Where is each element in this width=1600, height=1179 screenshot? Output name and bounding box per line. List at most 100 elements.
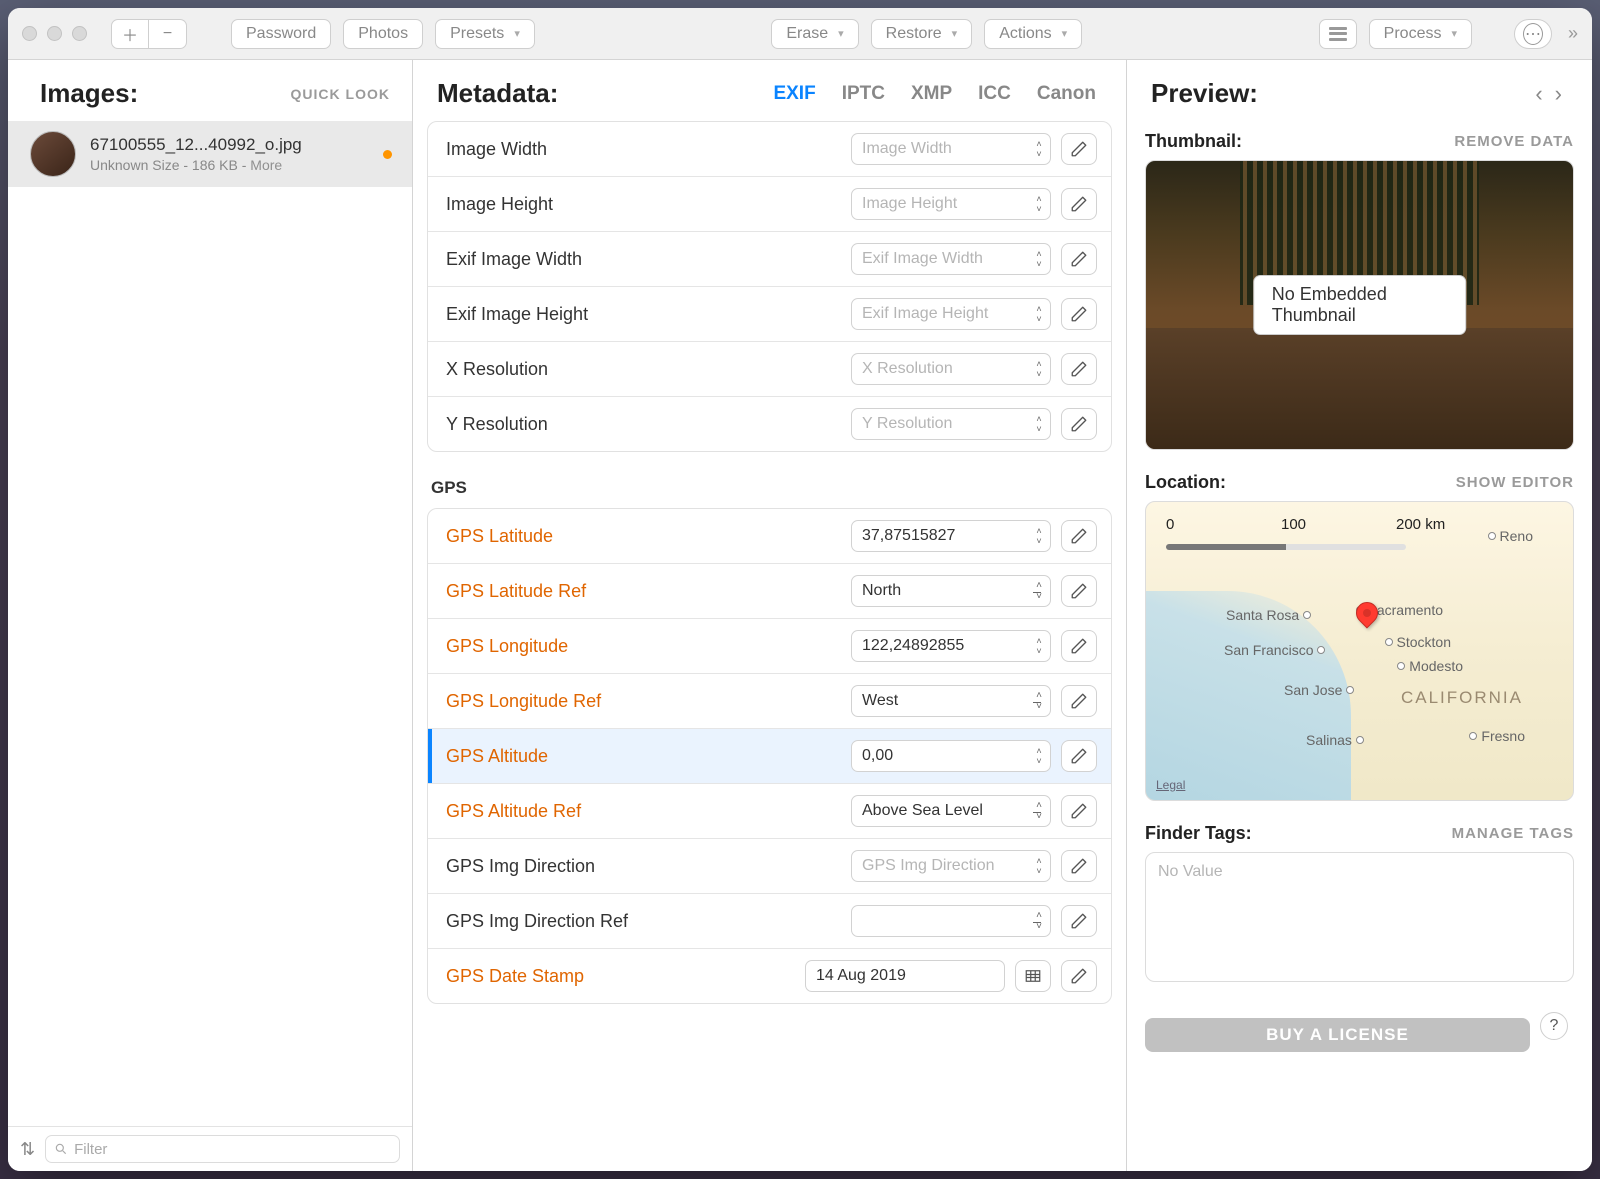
edit-button[interactable] [1061, 353, 1097, 385]
value-input[interactable] [851, 298, 1051, 330]
zoom-icon[interactable] [72, 26, 87, 41]
row-label: GPS Altitude Ref [446, 801, 841, 822]
value-select[interactable]: North˄˅ [851, 575, 1051, 607]
erase-menu[interactable]: Erase [771, 19, 858, 49]
add-remove-group: ＋ − [111, 19, 187, 49]
stepper-icon[interactable]: ˄˅ [1031, 136, 1047, 162]
actions-menu[interactable]: Actions [984, 19, 1082, 49]
minimize-icon[interactable] [47, 26, 62, 41]
remove-data-button[interactable]: REMOVE DATA [1454, 133, 1574, 150]
edit-button[interactable] [1061, 685, 1097, 717]
row-label: GPS Longitude Ref [446, 691, 841, 712]
edit-button[interactable] [1061, 298, 1097, 330]
file-item[interactable]: 67100555_12...40992_o.jpg Unknown Size -… [8, 121, 412, 187]
metadata-row: GPS Longitude ˄˅ [428, 618, 1111, 673]
city-reno: Reno [1488, 528, 1533, 544]
add-button[interactable]: ＋ [111, 19, 149, 49]
file-more-link[interactable]: More [250, 157, 282, 173]
restore-menu[interactable]: Restore [871, 19, 973, 49]
value-select[interactable]: Above Sea Level˄˅ [851, 795, 1051, 827]
value-input[interactable] [851, 850, 1051, 882]
metadata-title: Metadata: [437, 78, 558, 109]
prev-image-button[interactable]: ‹ [1529, 81, 1548, 107]
photos-button[interactable]: Photos [343, 19, 423, 49]
close-icon[interactable] [22, 26, 37, 41]
metadata-row: GPS Img Direction ˄˅ [428, 838, 1111, 893]
edit-button[interactable] [1061, 740, 1097, 772]
stepper-icon[interactable]: ˄˅ [1031, 523, 1047, 549]
location-map[interactable]: 0100200 km Reno Santa Rosa Sacramento Sa… [1145, 501, 1574, 801]
file-thumbnail-icon [30, 131, 76, 177]
stepper-icon[interactable]: ˄˅ [1031, 356, 1047, 382]
edit-button[interactable] [1061, 408, 1097, 440]
gps-section: GPS Latitude ˄˅ GPS Latitude Ref North˄˅… [427, 508, 1112, 1004]
sidebar-title: Images: [40, 78, 138, 109]
buy-license-button[interactable]: BUY A LICENSE [1145, 1018, 1530, 1052]
metadata-panel: Metadata: EXIF IPTC XMP ICC Canon Image … [413, 60, 1127, 1171]
more-button[interactable]: ⋯ [1514, 19, 1552, 49]
stepper-icon[interactable]: ˄˅ [1031, 853, 1047, 879]
edit-button[interactable] [1061, 905, 1097, 937]
edit-button[interactable] [1061, 133, 1097, 165]
edit-button[interactable] [1061, 520, 1097, 552]
value-input[interactable] [851, 520, 1051, 552]
overflow-icon[interactable]: » [1564, 23, 1578, 44]
no-thumbnail-badge: No Embedded Thumbnail [1253, 275, 1467, 335]
metadata-row: GPS Date Stamp [428, 948, 1111, 1003]
presets-menu[interactable]: Presets [435, 19, 535, 49]
value-select[interactable]: ˄˅ [851, 905, 1051, 937]
tab-canon[interactable]: Canon [1031, 83, 1102, 105]
value-input[interactable] [851, 133, 1051, 165]
row-label: GPS Date Stamp [446, 966, 795, 987]
tab-iptc[interactable]: IPTC [836, 83, 891, 105]
process-menu[interactable]: Process [1369, 19, 1472, 49]
file-meta: Unknown Size - 186 KB - More [90, 157, 369, 173]
metadata-row: GPS Altitude Ref Above Sea Level˄˅ [428, 783, 1111, 838]
metadata-row: GPS Longitude Ref West˄˅ [428, 673, 1111, 728]
stepper-icon[interactable]: ˄˅ [1031, 191, 1047, 217]
password-button[interactable]: Password [231, 19, 331, 49]
metadata-row: GPS Latitude Ref North˄˅ [428, 563, 1111, 618]
help-button[interactable]: ? [1540, 1012, 1568, 1040]
stepper-icon[interactable]: ˄˅ [1031, 246, 1047, 272]
tab-icc[interactable]: ICC [972, 83, 1017, 105]
metadata-row: Exif Image Width ˄˅ [428, 231, 1111, 286]
map-legal-link[interactable]: Legal [1156, 778, 1185, 792]
next-image-button[interactable]: › [1549, 81, 1568, 107]
quick-look-button[interactable]: QUICK LOOK [291, 86, 390, 102]
view-toggle-button[interactable] [1319, 19, 1357, 49]
sort-icon[interactable]: ⇅ [20, 1139, 35, 1160]
value-input[interactable] [851, 408, 1051, 440]
edit-button[interactable] [1061, 795, 1097, 827]
filter-input[interactable]: Filter [45, 1135, 400, 1163]
value-input[interactable] [805, 960, 1005, 992]
value-input[interactable] [851, 353, 1051, 385]
stepper-icon[interactable]: ˄˅ [1031, 411, 1047, 437]
show-editor-button[interactable]: SHOW EDITOR [1456, 474, 1574, 491]
tab-exif[interactable]: EXIF [767, 83, 821, 105]
row-label: Image Height [446, 194, 841, 215]
edit-button[interactable] [1061, 243, 1097, 275]
edit-button[interactable] [1061, 630, 1097, 662]
edit-button[interactable] [1061, 188, 1097, 220]
value-input[interactable] [851, 188, 1051, 220]
value-input[interactable] [851, 740, 1051, 772]
edit-button[interactable] [1061, 850, 1097, 882]
finder-tags-input[interactable]: No Value [1145, 852, 1574, 982]
calendar-button[interactable] [1015, 960, 1051, 992]
manage-tags-button[interactable]: MANAGE TAGS [1452, 825, 1574, 842]
stepper-icon[interactable]: ˄˅ [1031, 301, 1047, 327]
metadata-row: GPS Latitude ˄˅ [428, 509, 1111, 563]
value-input[interactable] [851, 630, 1051, 662]
map-scale: 0100200 km [1166, 516, 1511, 533]
remove-button[interactable]: − [149, 19, 187, 49]
edit-button[interactable] [1061, 960, 1097, 992]
tab-xmp[interactable]: XMP [905, 83, 958, 105]
edit-button[interactable] [1061, 575, 1097, 607]
row-label: GPS Img Direction Ref [446, 911, 841, 932]
value-select[interactable]: West˄˅ [851, 685, 1051, 717]
city-fresno: Fresno [1469, 728, 1525, 744]
value-input[interactable] [851, 243, 1051, 275]
stepper-icon[interactable]: ˄˅ [1031, 743, 1047, 769]
stepper-icon[interactable]: ˄˅ [1031, 633, 1047, 659]
